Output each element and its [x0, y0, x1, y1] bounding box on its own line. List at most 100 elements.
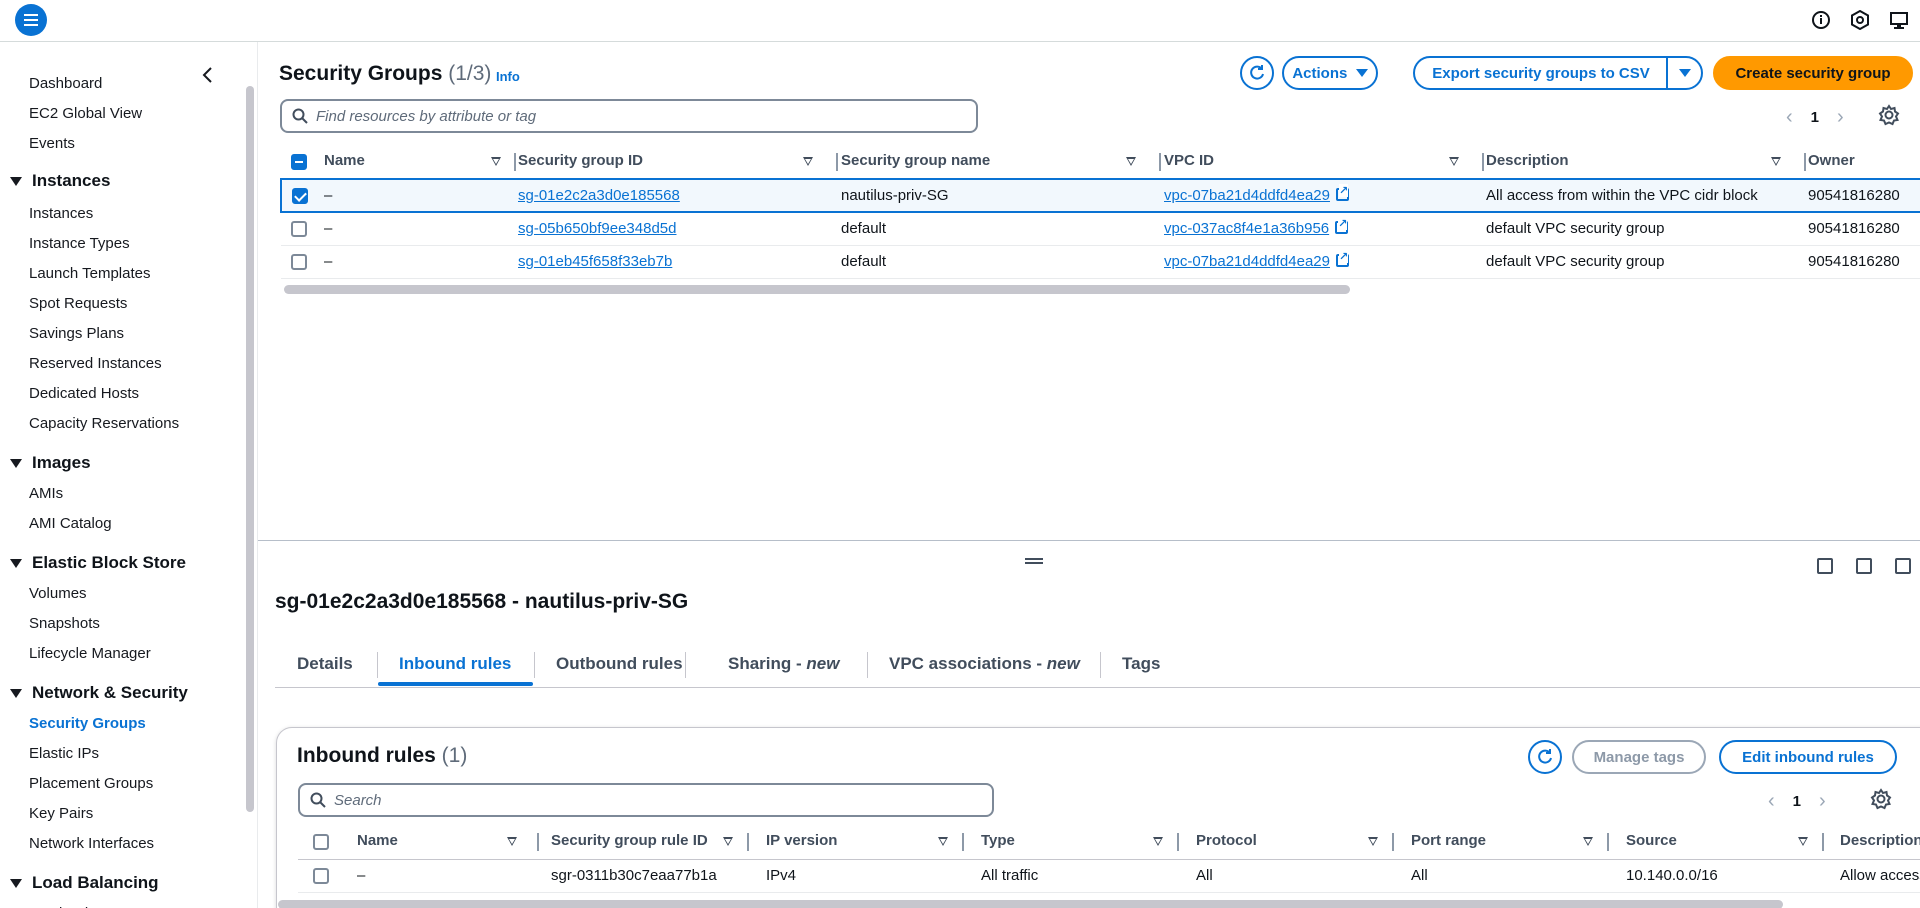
column-header-rule-id[interactable]: Security group rule ID — [551, 825, 766, 860]
row-checkbox[interactable] — [313, 868, 329, 885]
table-row[interactable]: – sg-01e2c2a3d0e185568 nautilus-priv-SG vpc… — [280, 178, 1920, 213]
actions-button[interactable]: Actions — [1282, 56, 1378, 90]
sidebar-item-launch-templates[interactable]: Launch Templates — [29, 265, 150, 282]
external-link-icon[interactable] — [1335, 250, 1349, 267]
sidebar-item-volumes[interactable]: Volumes — [29, 585, 87, 602]
sidebar-scrollbar[interactable] — [246, 86, 254, 812]
sidebar-item-ec2-global-view[interactable]: EC2 Global View — [29, 105, 142, 122]
sidebar-item-dashboard[interactable]: Dashboard — [29, 75, 102, 92]
chevron-right-icon[interactable]: › — [1837, 106, 1844, 129]
column-header-ip-version[interactable]: IP version — [766, 825, 981, 860]
info-link[interactable]: Info — [496, 69, 520, 84]
tab-outbound-rules[interactable]: Outbound rules — [556, 642, 683, 686]
sidebar-section-network-security[interactable]: Network & Security — [10, 683, 188, 703]
inbound-refresh-button[interactable] — [1528, 740, 1562, 774]
inbound-search-input[interactable]: Search — [298, 783, 994, 817]
sort-icon[interactable] — [1368, 837, 1378, 846]
column-header-name[interactable]: Name — [324, 145, 518, 180]
column-header-owner[interactable]: Owner — [1808, 145, 1920, 180]
table-row[interactable]: – sg-05b650bf9ee348d5d default vpc-037ac8f4… — [281, 212, 1920, 246]
vpc-id-link[interactable]: vpc-07ba21d4ddfd4ea29 — [1164, 253, 1330, 270]
column-header-sg-id[interactable]: Security group ID — [518, 145, 841, 180]
export-dropdown-button[interactable] — [1666, 56, 1703, 90]
panel-maximize-icon[interactable] — [1895, 558, 1911, 574]
sort-icon[interactable] — [938, 837, 948, 846]
tab-tags[interactable]: Tags — [1122, 642, 1160, 686]
gear-icon[interactable] — [1878, 104, 1900, 130]
info-icon[interactable] — [1810, 9, 1832, 31]
sidebar-section-load-balancing[interactable]: Load Balancing — [10, 873, 159, 893]
panel-bottom-icon[interactable] — [1817, 558, 1833, 574]
sort-icon[interactable] — [1153, 837, 1163, 846]
refresh-button[interactable] — [1240, 56, 1274, 90]
sg-search-input[interactable]: Find resources by attribute or tag — [280, 99, 978, 133]
external-link-icon[interactable] — [1335, 217, 1349, 235]
sg-id-link[interactable]: sg-05b650bf9ee348d5d — [518, 220, 676, 237]
vpc-id-link[interactable]: vpc-07ba21d4ddfd4ea29 — [1164, 187, 1330, 204]
sort-icon[interactable] — [723, 837, 733, 846]
sidebar-item-events[interactable]: Events — [29, 135, 75, 152]
resize-handle-icon[interactable] — [1025, 558, 1043, 564]
tab-vpc-associations[interactable]: VPC associations - new — [889, 642, 1080, 686]
sg-id-link[interactable]: sg-01eb45f658f33eb7b — [518, 253, 672, 270]
sidebar-item-savings-plans[interactable]: Savings Plans — [29, 325, 124, 342]
sidebar-item-instances[interactable]: Instances — [29, 205, 93, 222]
sidebar-item-key-pairs[interactable]: Key Pairs — [29, 805, 93, 822]
tab-sharing[interactable]: Sharing - new — [728, 642, 839, 686]
sidebar-item-spot-requests[interactable]: Spot Requests — [29, 295, 127, 312]
table-horizontal-scrollbar[interactable] — [278, 900, 1783, 908]
manage-tags-button[interactable]: Manage tags — [1572, 740, 1706, 774]
sidebar-item-instance-types[interactable]: Instance Types — [29, 235, 130, 252]
create-security-group-button[interactable]: Create security group — [1713, 56, 1913, 90]
row-checkbox[interactable] — [291, 221, 307, 238]
gear-icon[interactable] — [1870, 788, 1892, 814]
sort-icon[interactable] — [507, 837, 517, 846]
table-row[interactable]: – sgr-0311b30c7eaa77b1a IPv4 All traffic All… — [298, 859, 1920, 893]
sidebar-section-elastic-block-store[interactable]: Elastic Block Store — [10, 553, 186, 573]
sidebar-item-elastic-ips[interactable]: Elastic IPs — [29, 745, 99, 762]
sidebar-section-images[interactable]: Images — [10, 453, 91, 473]
sidebar-item-security-groups[interactable]: Security Groups — [29, 715, 146, 732]
sidebar-item-network-interfaces[interactable]: Network Interfaces — [29, 835, 154, 852]
sort-icon[interactable] — [1798, 837, 1808, 846]
column-header-source[interactable]: Source — [1626, 825, 1840, 860]
edit-inbound-rules-button[interactable]: Edit inbound rules — [1719, 740, 1897, 774]
page-number[interactable]: 1 — [1811, 109, 1819, 126]
hexagon-settings-icon[interactable] — [1849, 9, 1871, 31]
column-header-sg-name[interactable]: Security group name — [841, 145, 1164, 180]
tab-details[interactable]: Details — [297, 642, 353, 686]
export-csv-button[interactable]: Export security groups to CSV — [1413, 56, 1669, 90]
sort-icon[interactable] — [803, 157, 813, 166]
column-header-protocol[interactable]: Protocol — [1196, 825, 1411, 860]
chevron-left-icon[interactable] — [200, 65, 216, 85]
select-all-checkbox[interactable] — [313, 834, 329, 851]
vpc-id-link[interactable]: vpc-037ac8f4e1a36b956 — [1164, 220, 1329, 237]
page-number[interactable]: 1 — [1793, 793, 1801, 810]
table-row[interactable]: – sg-01eb45f658f33eb7b default vpc-07ba21d4… — [281, 245, 1920, 279]
sidebar-item-lifecycle-manager[interactable]: Lifecycle Manager — [29, 645, 151, 662]
sort-icon[interactable] — [1583, 837, 1593, 846]
chevron-left-icon[interactable]: ‹ — [1786, 106, 1793, 129]
sidebar-item-dedicated-hosts[interactable]: Dedicated Hosts — [29, 385, 139, 402]
sidebar-item-amis[interactable]: AMIs — [29, 485, 63, 502]
sort-icon[interactable] — [1771, 157, 1781, 166]
sidebar-item-placement-groups[interactable]: Placement Groups — [29, 775, 153, 792]
sidebar-item-reserved-instances[interactable]: Reserved Instances — [29, 355, 162, 372]
column-header-description[interactable]: Description — [1840, 825, 1920, 860]
sort-icon[interactable] — [1449, 157, 1459, 166]
sg-id-link[interactable]: sg-01e2c2a3d0e185568 — [518, 187, 680, 204]
column-header-description[interactable]: Description — [1486, 145, 1808, 180]
column-header-vpc-id[interactable]: VPC ID — [1164, 145, 1486, 180]
tab-inbound-rules[interactable]: Inbound rules — [399, 642, 511, 686]
sidebar-item-ami-catalog[interactable]: AMI Catalog — [29, 515, 112, 532]
row-checkbox[interactable] — [292, 188, 308, 205]
panel-side-icon[interactable] — [1856, 558, 1872, 574]
sidebar-item-snapshots[interactable]: Snapshots — [29, 615, 100, 632]
table-horizontal-scrollbar[interactable] — [284, 285, 1350, 294]
sidebar-item-capacity-reservations[interactable]: Capacity Reservations — [29, 415, 179, 432]
column-header-type[interactable]: Type — [981, 825, 1196, 860]
sidebar-section-instances[interactable]: Instances — [10, 171, 110, 191]
sort-icon[interactable] — [491, 157, 501, 166]
column-header-name[interactable]: Name — [357, 825, 551, 860]
display-feedback-icon[interactable] — [1888, 9, 1910, 31]
